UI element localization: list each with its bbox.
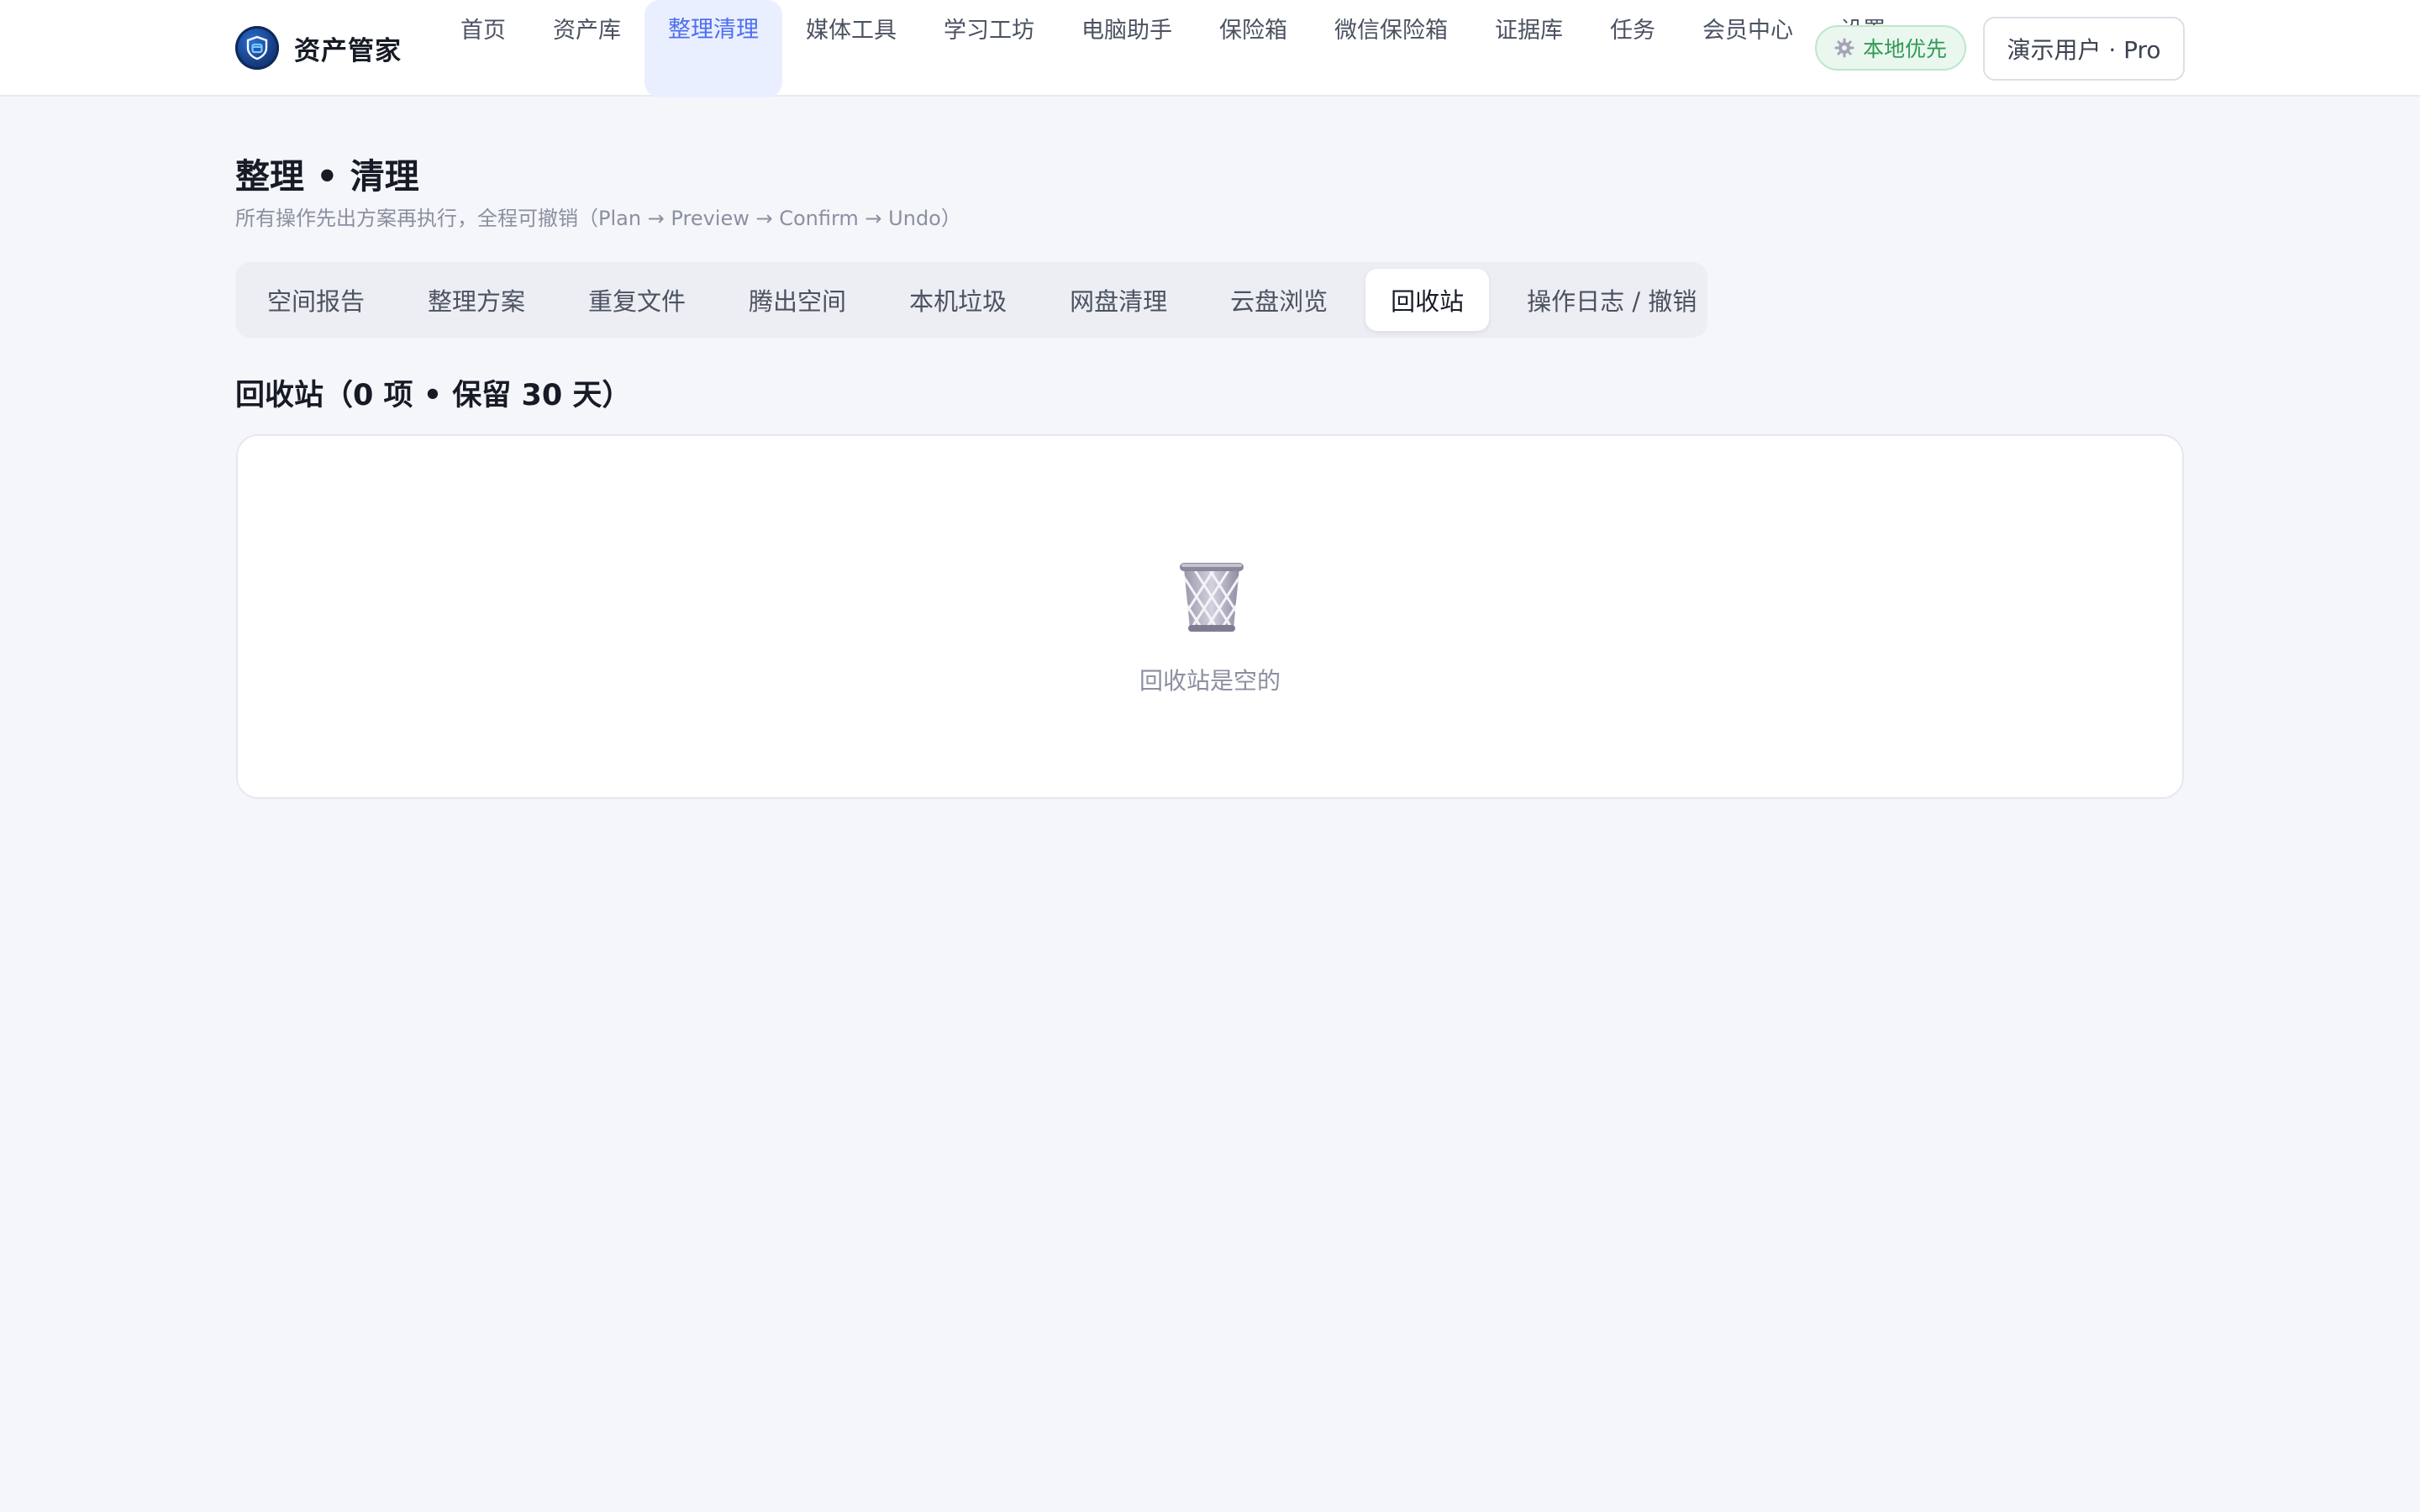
tab-free-up-space[interactable]: 腾出空间 — [723, 269, 871, 331]
nav-item-organize-clean[interactable]: 整理清理 — [644, 0, 782, 97]
nav-item-label: 学习工坊 — [944, 17, 1034, 44]
tab-cloud-drive-browse[interactable]: 云盘浏览 — [1205, 269, 1353, 331]
nav-item-label: 资产库 — [553, 17, 621, 44]
nav-item-label: 会员中心 — [1702, 17, 1793, 44]
brand[interactable]: 资产管家 — [235, 25, 402, 71]
main-nav: 首页 资产库 整理清理 媒体工具 学习工坊 电脑助手 保险箱 微信保险箱 证据库… — [437, 0, 1909, 97]
tab-operation-log-undo[interactable]: 操作日志 / 撤销 — [1502, 269, 1722, 331]
nav-item-label: 媒体工具 — [806, 17, 897, 44]
nav-item-evidence-library[interactable]: 证据库 — [1471, 1, 1586, 97]
local-first-badge: 本地优先 — [1815, 25, 1966, 71]
nav-item-wechat-vault[interactable]: 微信保险箱 — [1311, 1, 1471, 97]
page-subtitle: 所有操作先出方案再执行，全程可撤销（Plan → Preview → Confi… — [235, 207, 961, 230]
nav-item-asset-library[interactable]: 资产库 — [529, 1, 644, 97]
nav-item-label: 保险箱 — [1219, 17, 1287, 44]
tab-organize-plan[interactable]: 整理方案 — [402, 269, 550, 331]
top-navigation-bar: 资产管家 首页 资产库 整理清理 媒体工具 学习工坊 电脑助手 保险箱 微信保险… — [0, 0, 2420, 97]
nav-item-pc-assistant[interactable]: 电脑助手 — [1058, 1, 1196, 97]
nav-item-media-tools[interactable]: 媒体工具 — [782, 1, 920, 97]
recycle-bin-title: 回收站（0 项 • 保留 30 天） — [235, 379, 632, 412]
app-name: 资产管家 — [294, 35, 402, 66]
nav-item-label: 电脑助手 — [1081, 17, 1172, 44]
nav-item-label: 证据库 — [1495, 17, 1563, 44]
tab-duplicate-files[interactable]: 重复文件 — [563, 269, 711, 331]
nav-item-label: 整理清理 — [668, 16, 759, 43]
wastebasket-icon — [1180, 563, 1244, 632]
nav-item-label: 首页 — [460, 17, 506, 44]
nav-item-label: 任务 — [1610, 17, 1655, 44]
nav-item-label: 微信保险箱 — [1334, 17, 1448, 44]
tab-cloud-drive-cleanup[interactable]: 网盘清理 — [1044, 269, 1192, 331]
user-account-label: 演示用户 · Pro — [2007, 36, 2161, 64]
nav-item-membership[interactable]: 会员中心 — [1679, 1, 1817, 97]
empty-state-text: 回收站是空的 — [1139, 667, 1281, 695]
user-account-button[interactable]: 演示用户 · Pro — [1983, 17, 2185, 81]
tab-local-junk[interactable]: 本机垃圾 — [884, 269, 1032, 331]
nav-item-home[interactable]: 首页 — [437, 1, 529, 97]
nav-item-tasks[interactable]: 任务 — [1586, 1, 1679, 97]
page-title: 整理 • 清理 — [235, 156, 419, 197]
tab-space-report[interactable]: 空间报告 — [242, 269, 390, 331]
app-logo-icon — [235, 26, 279, 70]
local-first-label: 本地优先 — [1862, 37, 1947, 61]
tab-recycle-bin[interactable]: 回收站 — [1365, 269, 1490, 331]
gear-icon — [1834, 38, 1854, 58]
nav-item-vault[interactable]: 保险箱 — [1196, 1, 1311, 97]
recycle-bin-card: 回收站是空的 — [236, 434, 2184, 799]
cleanup-tabs: 空间报告 整理方案 重复文件 腾出空间 本机垃圾 网盘清理 云盘浏览 回收站 操… — [235, 262, 1707, 338]
nav-item-study-workshop[interactable]: 学习工坊 — [920, 1, 1058, 97]
